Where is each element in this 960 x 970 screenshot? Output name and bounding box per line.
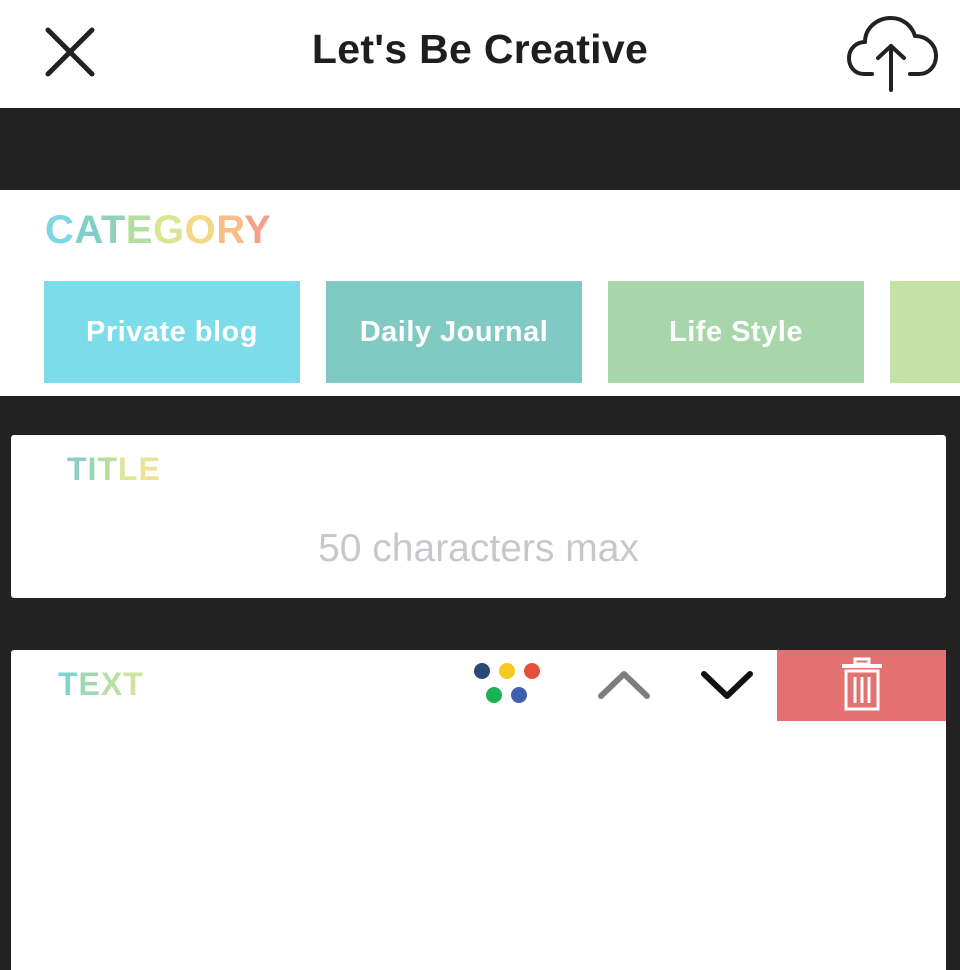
text-card: TEXT bbox=[11, 650, 946, 970]
chevron-up-icon bbox=[598, 671, 650, 699]
text-label: TEXT bbox=[58, 666, 144, 703]
label-letter: E bbox=[138, 451, 161, 487]
palette-dot bbox=[499, 663, 515, 679]
move-down-button[interactable] bbox=[692, 658, 762, 710]
label-letter: L bbox=[117, 451, 139, 487]
label-letter: G bbox=[152, 208, 185, 252]
cloud-upload-icon bbox=[847, 16, 938, 92]
category-chip-next[interactable] bbox=[890, 281, 960, 383]
palette-dot bbox=[511, 687, 527, 703]
palette-dot bbox=[524, 663, 540, 679]
color-palette-button[interactable] bbox=[471, 658, 546, 710]
label-letter: T bbox=[97, 451, 118, 487]
palette-dot bbox=[474, 663, 490, 679]
label-letter: X bbox=[100, 666, 124, 702]
title-card: TITLE bbox=[11, 435, 946, 598]
label-letter: E bbox=[125, 208, 153, 252]
move-up-button[interactable] bbox=[589, 658, 659, 710]
title-input[interactable] bbox=[31, 521, 926, 577]
label-letter: O bbox=[184, 208, 217, 252]
label-letter: T bbox=[100, 208, 126, 252]
category-chip-life-style[interactable]: Life Style bbox=[608, 281, 864, 383]
top-bar: Let's Be Creative bbox=[0, 0, 960, 108]
page-title: Let's Be Creative bbox=[311, 26, 649, 72]
category-panel: CATEGORY Private blog Daily Journal Life S… bbox=[0, 190, 960, 396]
text-input[interactable] bbox=[31, 730, 930, 964]
label-letter: A bbox=[74, 208, 101, 252]
label-letter: T bbox=[123, 666, 144, 702]
label-letter: R bbox=[216, 208, 245, 252]
label-letter: E bbox=[78, 666, 101, 702]
color-palette-icon bbox=[474, 663, 540, 703]
category-chip-private-blog[interactable]: Private blog bbox=[44, 281, 300, 383]
label-letter: C bbox=[45, 208, 75, 252]
label-letter: Y bbox=[244, 208, 272, 252]
label-letter: T bbox=[67, 451, 88, 487]
delete-button[interactable] bbox=[777, 650, 946, 721]
label-letter: I bbox=[87, 451, 98, 487]
chevron-down-icon bbox=[701, 671, 753, 699]
category-list: Private blog Daily Journal Life Style bbox=[44, 281, 960, 383]
category-label: CATEGORY bbox=[45, 208, 271, 253]
category-chip-daily-journal[interactable]: Daily Journal bbox=[326, 281, 582, 383]
title-label: TITLE bbox=[67, 451, 161, 488]
header-spacer bbox=[0, 108, 960, 190]
palette-dot bbox=[486, 687, 502, 703]
trash-icon bbox=[842, 657, 882, 711]
label-letter: T bbox=[58, 666, 79, 702]
upload-button[interactable] bbox=[842, 6, 946, 98]
